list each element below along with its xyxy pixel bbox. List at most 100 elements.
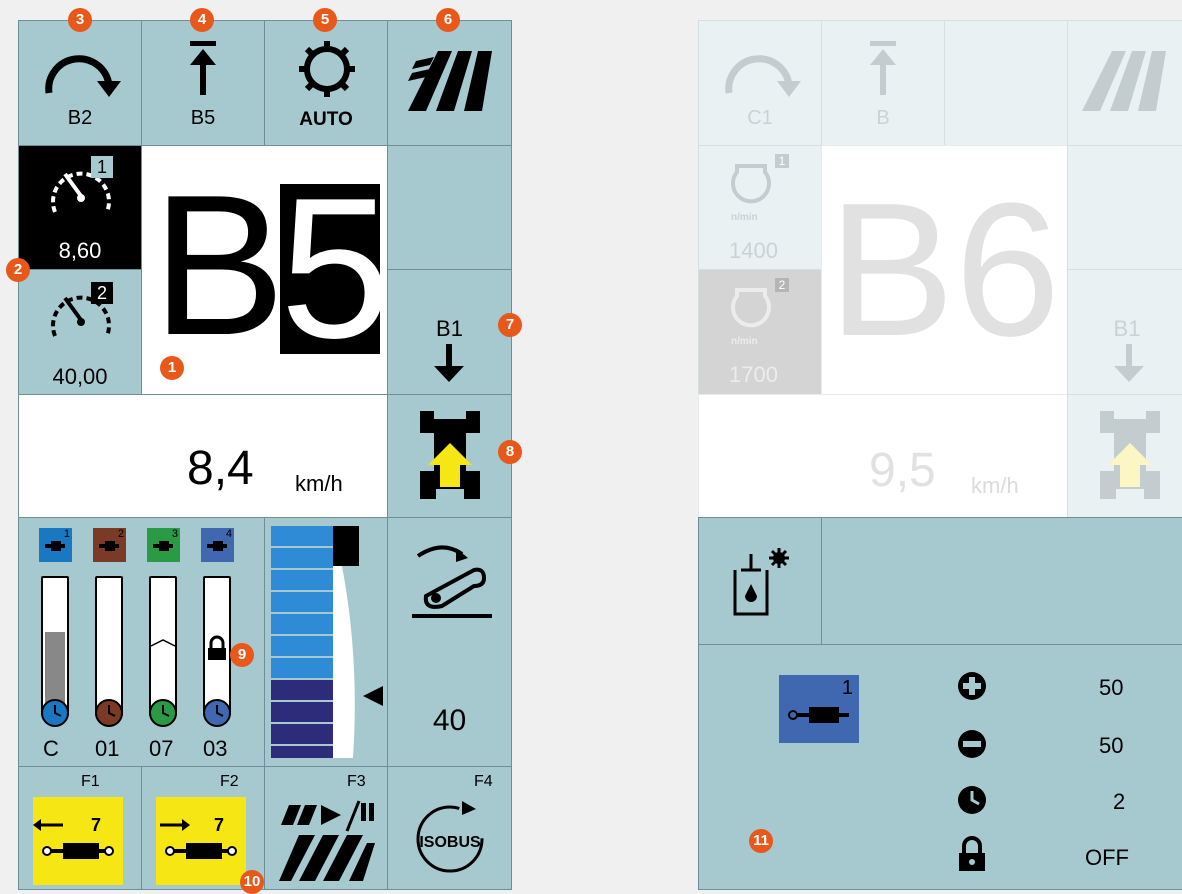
lock-icon[interactable] — [959, 836, 985, 871]
field-stripes-icon — [1082, 51, 1166, 111]
callout-badge: 9 — [230, 643, 254, 667]
pedal-setting[interactable]: 40 — [387, 517, 512, 767]
lock-icon — [208, 635, 226, 660]
gear-number: 5 — [280, 184, 380, 354]
valve-badge-1[interactable]: 1 — [779, 675, 859, 743]
speed-preset-1[interactable]: 1 8,60 — [18, 145, 142, 270]
ground-speed-unit: km/h — [971, 473, 1019, 498]
unit-label: n/min — [731, 212, 758, 223]
cylinder-extend-icon: 7 — [156, 797, 246, 885]
callout-badge: 11 — [749, 829, 773, 853]
minus-icon[interactable] — [957, 729, 987, 759]
engine-speed-value: 1700 — [729, 362, 778, 387]
valve-label: C — [43, 736, 59, 761]
button-label: C1 — [747, 107, 773, 129]
gear-display: B6 — [821, 145, 1068, 395]
turn-button[interactable]: B2 — [18, 20, 142, 146]
callout-badge: 8 — [498, 440, 522, 464]
gear-value: B6 — [828, 164, 1061, 376]
ground-speed-value: 9,5 — [869, 444, 936, 497]
field-button[interactable] — [387, 20, 512, 146]
fkey-f3[interactable]: F3 — [264, 766, 388, 890]
badge: 2 — [775, 278, 789, 292]
callout-badge: 4 — [190, 8, 214, 32]
fkey-f1[interactable]: F1 7 — [18, 766, 142, 890]
tractor-direction-button[interactable] — [1067, 394, 1182, 518]
clock-icon — [149, 699, 177, 727]
gear-letter: B — [152, 154, 286, 377]
button-label: B — [876, 107, 890, 129]
speed-preset-value: 8,60 — [58, 238, 102, 263]
level-bars — [271, 526, 383, 758]
empty-slot — [387, 145, 512, 270]
tractor-direction-button[interactable] — [387, 394, 512, 518]
auto-label: AUTO — [299, 109, 353, 130]
pedal-value: 40 — [432, 704, 467, 737]
valve-badge-1[interactable]: 1 — [39, 528, 72, 562]
fkey-label: F3 — [347, 773, 366, 790]
auto-button[interactable]: AUTO — [264, 20, 388, 146]
tractor-icon — [420, 411, 480, 499]
speed-preset-badge: 1 — [91, 156, 113, 178]
gear-auto-icon — [299, 41, 355, 97]
valve-settings-panel: 1 50 50 2 OFF 11 — [698, 644, 1182, 890]
shift-down-button[interactable]: B1 — [1067, 269, 1182, 395]
callout-badge: 1 — [160, 356, 184, 380]
valve-badge-3[interactable]: 3 — [147, 528, 180, 562]
flow-minus-value: 50 — [1099, 733, 1124, 758]
fkey-label: F1 — [81, 773, 100, 790]
valve-label: 07 — [149, 736, 174, 761]
lift-button-inactive[interactable]: B — [821, 20, 945, 146]
lift-arrow-icon — [190, 41, 216, 95]
speed-preset-value: 40,00 — [52, 364, 108, 389]
valves-panel: 1 2 3 4 C 01 07 03 — [18, 517, 265, 767]
field-button-inactive[interactable] — [1067, 20, 1182, 146]
valve-bar-2 — [95, 576, 123, 716]
isobus-icon: ISOBUS — [416, 801, 484, 873]
valve-bar-4 — [203, 576, 231, 716]
arrow-down-icon — [434, 344, 464, 382]
hydraulic-settings-button[interactable] — [698, 517, 822, 645]
turn-button-label: B2 — [67, 107, 93, 129]
shift-down-label: B1 — [1113, 316, 1141, 341]
flow-plus-value: 50 — [1099, 675, 1124, 700]
valve-bar-1 — [41, 576, 69, 716]
tractor-icon — [1100, 411, 1160, 499]
play-pause-field-icon — [279, 800, 375, 881]
turn-arrow-icon — [725, 55, 801, 97]
lift-button-label: B5 — [190, 107, 216, 129]
oil-settings-icon — [733, 548, 789, 616]
fkey-label: F2 — [220, 773, 239, 790]
engine-speed-preset-1[interactable]: 1 n/min 1400 — [698, 145, 822, 270]
lock-value: OFF — [1085, 845, 1129, 870]
engine-icon — [731, 288, 771, 328]
svg-text:7: 7 — [91, 815, 101, 835]
valve-label: 03 — [203, 736, 228, 761]
turn-arrow-icon — [45, 55, 121, 97]
speed-preset-2[interactable]: 2 40,00 — [18, 269, 142, 395]
level-gauge — [264, 517, 388, 767]
svg-text:ISOBUS: ISOBUS — [419, 834, 481, 851]
ground-speed-value: 8,4 — [187, 442, 254, 495]
settings-info-area — [821, 517, 1182, 645]
unit-label: n/min — [731, 336, 758, 347]
lift-button[interactable]: B5 — [141, 20, 265, 146]
turn-button-inactive[interactable]: C1 — [698, 20, 822, 146]
valve-label: 01 — [95, 736, 120, 761]
fkey-label: F4 — [474, 773, 493, 790]
callout-badge: 5 — [313, 8, 337, 32]
cylinder-retract-icon: 7 — [33, 797, 123, 885]
valve-badge-4[interactable]: 4 — [201, 528, 234, 562]
clock-icon[interactable] — [957, 785, 987, 815]
plus-icon[interactable] — [957, 671, 987, 701]
callout-badge: 10 — [240, 870, 264, 894]
empty-slot — [944, 20, 1068, 146]
fkey-f4[interactable]: F4 ISOBUS — [387, 766, 512, 890]
clock-icon — [41, 699, 69, 727]
engine-speed-preset-2[interactable]: 2 n/min 1700 — [698, 269, 822, 395]
pedal-icon — [412, 545, 492, 618]
field-stripes-icon — [408, 51, 492, 111]
speed-preset-badge: 2 — [91, 282, 113, 304]
shift-down-button[interactable]: B1 — [387, 269, 512, 395]
valve-badge-2[interactable]: 2 — [93, 528, 126, 562]
